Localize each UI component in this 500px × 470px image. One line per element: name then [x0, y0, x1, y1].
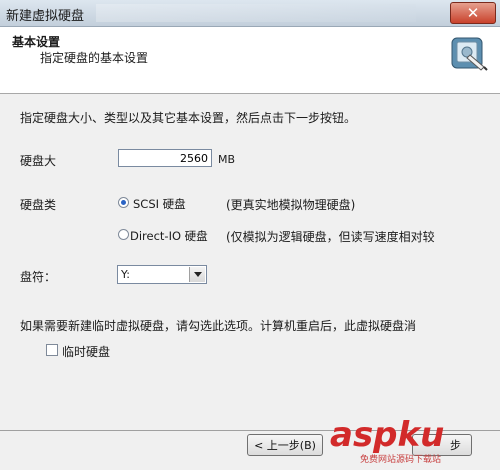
- size-input[interactable]: [118, 149, 212, 167]
- drive-select-value: Y:: [121, 268, 130, 281]
- radio-direct-io-desc: (仅模拟为逻辑硬盘，但读写速度相对较: [226, 230, 435, 244]
- drive-select[interactable]: Y:: [117, 265, 207, 284]
- title-bar: 新建虚拟硬盘 ✕: [0, 0, 500, 27]
- wizard-header: 基本设置 指定硬盘的基本设置: [0, 27, 500, 94]
- type-label: 硬盘类: [20, 198, 57, 212]
- virtual-disk-icon: [451, 37, 488, 71]
- temp-disk-label[interactable]: 临时硬盘: [62, 343, 110, 360]
- size-unit: MB: [218, 153, 236, 166]
- header-subtitle: 指定硬盘的基本设置: [40, 51, 149, 65]
- back-button[interactable]: < 上一步(B): [247, 434, 323, 456]
- temp-note: 如果需要新建临时虚拟硬盘，请勾选此选项。计算机重启后，此虚拟硬盘消: [20, 319, 417, 333]
- wizard-content: 指定硬盘大小、类型以及其它基本设置，然后点击下一步按钮。 硬盘大 MB 硬盘类 …: [0, 94, 500, 430]
- radio-scsi-desc: (更真实地模拟物理硬盘): [226, 198, 356, 212]
- close-icon: ✕: [466, 4, 480, 22]
- radio-direct-io[interactable]: [118, 229, 129, 240]
- window-title: 新建虚拟硬盘: [6, 9, 85, 24]
- watermark-logo-text: aspku: [330, 415, 444, 454]
- intro-text: 指定硬盘大小、类型以及其它基本设置，然后点击下一步按钮。: [20, 111, 357, 125]
- radio-direct-io-label[interactable]: Direct-IO 硬盘: [130, 228, 208, 244]
- title-bar-strip: [96, 4, 416, 22]
- drive-label: 盘符：: [20, 270, 57, 284]
- size-label: 硬盘大: [20, 154, 57, 168]
- chevron-down-icon[interactable]: [189, 267, 205, 282]
- watermark-subtitle: 免费网站源码下载站: [360, 455, 442, 465]
- radio-scsi-label[interactable]: SCSI 硬盘: [133, 196, 186, 212]
- close-button[interactable]: ✕: [450, 2, 496, 24]
- radio-scsi[interactable]: [118, 197, 129, 208]
- temp-disk-checkbox[interactable]: [46, 344, 58, 356]
- header-title: 基本设置: [12, 35, 61, 49]
- watermark-logo: aspku: [330, 415, 444, 454]
